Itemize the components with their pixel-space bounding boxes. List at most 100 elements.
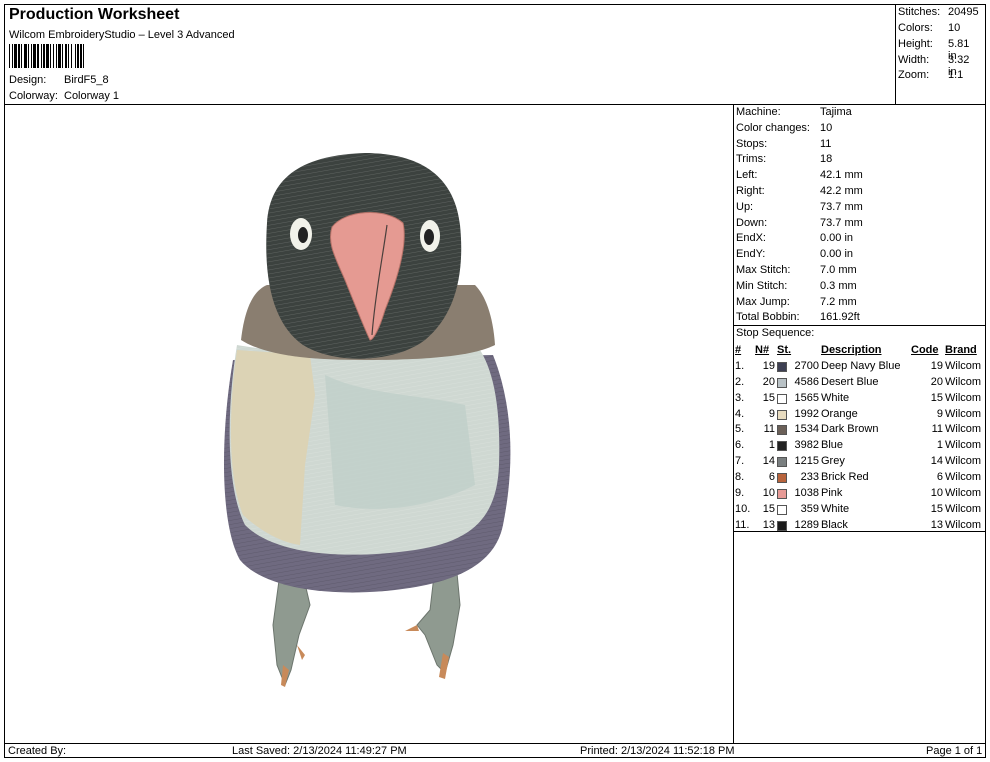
- spec-value: 73.7 mm: [820, 216, 863, 229]
- col-brand: Brand: [945, 343, 977, 356]
- design-preview: [5, 105, 733, 743]
- row-needle: 9: [768, 407, 775, 420]
- summary-value: 1:1: [948, 69, 964, 81]
- spec-row: Max Stitch: 7.0 mm: [736, 264, 857, 276]
- row-needle: 14: [762, 455, 775, 468]
- color-swatch: [777, 504, 787, 515]
- spec-label: Machine:: [736, 106, 781, 118]
- row-code: 13: [930, 518, 943, 531]
- row-stitches: 4586: [776, 374, 820, 390]
- row-stitches: 233: [776, 469, 820, 485]
- summary-row: Zoom: 1:1: [898, 69, 963, 81]
- barcode-bar: [31, 44, 32, 68]
- row-description: Brick Red: [821, 471, 869, 484]
- color-swatch: [777, 393, 787, 404]
- row-stitches: 359: [776, 501, 820, 517]
- summary-value: 20495: [948, 6, 979, 18]
- row-description: Pink: [821, 486, 843, 499]
- spec-value: Tajima: [820, 106, 852, 118]
- spec-value: 18: [820, 153, 833, 166]
- spec-row: EndY: 0.00 in: [736, 248, 853, 260]
- col-index: #: [735, 343, 742, 356]
- summary-value: 10: [948, 22, 961, 34]
- spec-row: Up: 73.7 mm: [736, 201, 863, 213]
- color-swatch: [777, 457, 787, 468]
- colorway-value: Colorway 1: [64, 90, 120, 102]
- row-brand: Wilcom: [945, 486, 982, 499]
- col-needle: N#: [755, 343, 770, 356]
- page-number: Page 1 of 1: [926, 745, 983, 757]
- row-brand: Wilcom: [945, 391, 982, 404]
- barcode-bar: [24, 44, 27, 68]
- specs-divider: [733, 325, 986, 326]
- summary-row: Colors: 10: [898, 22, 960, 34]
- row-stitches: 3982: [776, 437, 820, 453]
- spec-row: Total Bobbin: 161.92ft: [736, 311, 860, 323]
- row-stitches: 1289: [776, 517, 820, 533]
- spec-value: 0.3 mm: [820, 279, 857, 292]
- row-stitches: 1565: [776, 390, 820, 406]
- summary-label: Width:: [898, 54, 930, 66]
- row-needle: 6: [768, 471, 775, 484]
- spec-label: Right:: [736, 185, 765, 197]
- row-index: 2.: [735, 375, 745, 388]
- spec-row: Down: 73.7 mm: [736, 217, 863, 229]
- row-description: Grey: [821, 455, 845, 468]
- spec-label: Max Jump:: [736, 295, 790, 308]
- spec-label: Trims:: [736, 153, 767, 166]
- table-row: 9. 10 1038 Pink 10 Wilcom: [734, 485, 986, 501]
- barcode-bar: [46, 44, 49, 68]
- last-saved: Last Saved: 2/13/2024 11:49:27 PM: [232, 745, 407, 757]
- stop-sequence-title: Stop Sequence:: [736, 327, 815, 339]
- row-description: Desert Blue: [821, 375, 879, 388]
- spec-row: Min Stitch: 0.3 mm: [736, 280, 857, 292]
- row-index: 6.: [735, 439, 745, 452]
- color-swatch: [777, 425, 787, 436]
- row-description: Deep Navy Blue: [821, 359, 901, 372]
- row-index: 7.: [735, 455, 745, 468]
- barcode-bar: [65, 44, 67, 68]
- row-brand: Wilcom: [945, 502, 982, 515]
- row-code: 11: [931, 423, 943, 436]
- row-needle: 11: [763, 423, 775, 436]
- barcode-bar: [41, 44, 42, 68]
- summary-label: Stitches:: [898, 6, 941, 18]
- row-description: White: [821, 391, 850, 404]
- barcode: [9, 44, 84, 68]
- row-stitches: 1534: [776, 421, 820, 437]
- barcode-bar: [12, 44, 13, 68]
- spec-value: 0.00 in: [820, 232, 854, 245]
- spec-value: 11: [820, 137, 832, 150]
- barcode-bar: [75, 44, 76, 68]
- colorway-label: Colorway:: [9, 90, 58, 102]
- table-header-row: # N# St. Description Code Brand: [734, 342, 986, 358]
- row-stitches: 1038: [776, 485, 820, 501]
- design-value: BirdF5_8: [64, 74, 109, 86]
- table-row: 7. 14 1215 Grey 14 Wilcom: [734, 453, 986, 469]
- row-stitches: 1215: [776, 453, 820, 469]
- row-needle: 10: [762, 486, 775, 499]
- row-description: White: [821, 502, 850, 515]
- row-code: 9: [936, 407, 943, 420]
- spec-value: 42.1 mm: [820, 169, 863, 182]
- row-description: Dark Brown: [821, 423, 879, 436]
- bird-embroidery-image: [223, 153, 511, 687]
- barcode-bar: [9, 44, 10, 68]
- table-row: 4. 9 1992 Orange 9 Wilcom: [734, 406, 986, 422]
- col-code: Code: [911, 343, 939, 356]
- table-row: 3. 15 1565 White 15 Wilcom: [734, 390, 986, 406]
- barcode-bar: [14, 44, 17, 68]
- color-swatch: [777, 377, 787, 388]
- barcode-bar: [33, 44, 36, 68]
- summary-label: Height:: [898, 38, 933, 50]
- row-description: Black: [821, 518, 848, 531]
- col-stitches: St.: [777, 343, 792, 356]
- barcode-bar: [83, 44, 84, 68]
- row-brand: Wilcom: [945, 423, 982, 436]
- spec-value: 7.2 mm: [820, 295, 857, 308]
- barcode-bar: [56, 44, 57, 68]
- row-code: 15: [930, 391, 943, 404]
- row-index: 9.: [735, 486, 745, 499]
- page-title: Production Worksheet: [9, 6, 180, 23]
- row-code: 19: [930, 359, 943, 372]
